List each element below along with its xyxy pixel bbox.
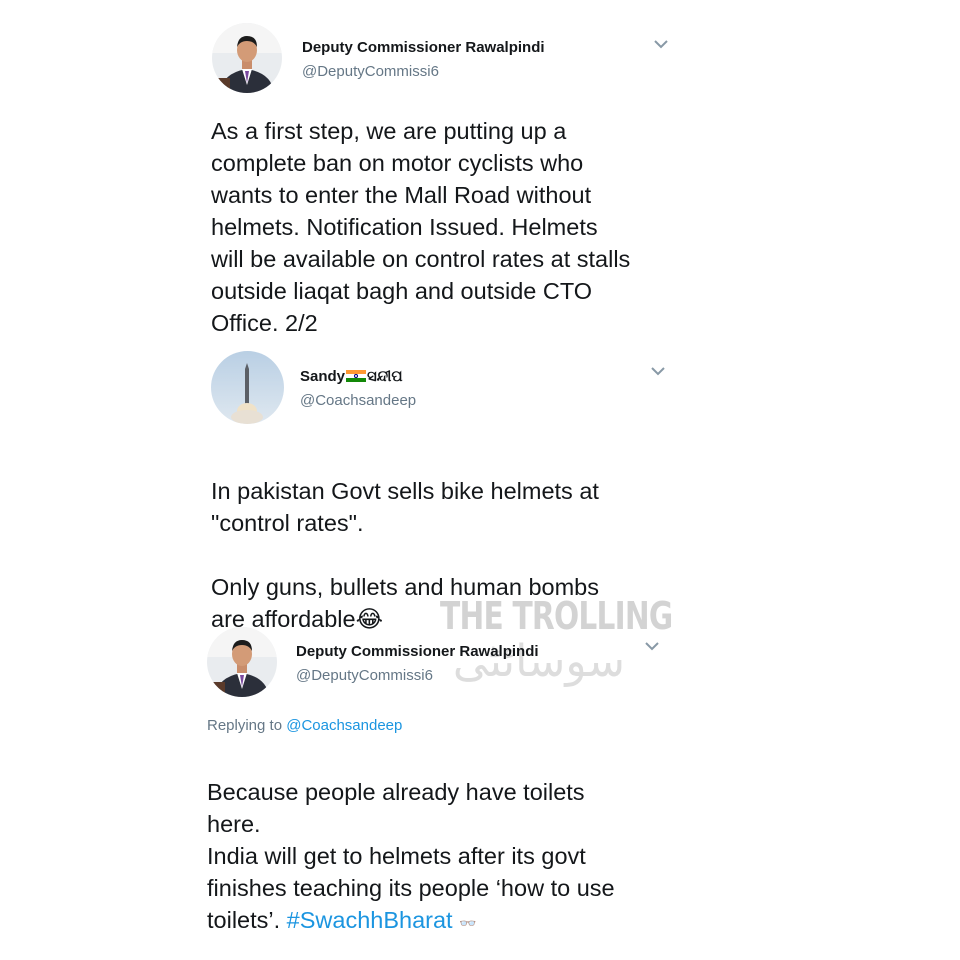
replying-to-label: Replying to	[207, 717, 287, 734]
author-name[interactable]: Deputy Commissioner Rawalpindi	[296, 643, 539, 660]
man-in-suit-avatar-icon	[207, 627, 277, 697]
rocket-launch-avatar-icon	[211, 351, 284, 424]
replying-to: Replying to @Coachsandeep	[207, 717, 402, 734]
man-in-suit-avatar-icon	[212, 23, 282, 93]
author-name-text: Sandy	[300, 368, 346, 385]
tweet-1: Deputy Commissioner Rawalpindi @DeputyCo…	[0, 0, 960, 340]
glasses-emoji-icon: 👓	[459, 915, 477, 931]
author-name[interactable]: Deputy Commissioner Rawalpindi	[302, 39, 545, 56]
hashtag-link[interactable]: #SwachhBharat	[287, 907, 453, 933]
chevron-down-icon[interactable]	[651, 36, 671, 52]
reply-handle-link[interactable]: @Coachsandeep	[286, 717, 402, 734]
tweet-text: Because people already have toilets here…	[207, 744, 687, 939]
india-flag-icon	[346, 370, 367, 382]
avatar[interactable]	[212, 23, 282, 93]
avatar[interactable]	[207, 627, 277, 697]
author-name[interactable]: Sandy ସନ୍ଦୀପ	[300, 368, 403, 385]
avatar[interactable]	[211, 351, 284, 424]
author-handle[interactable]: @DeputyCommissi6	[302, 63, 439, 80]
author-handle[interactable]: @Coachsandeep	[300, 392, 416, 409]
tweet-3: Deputy Commissioner Rawalpindi @DeputyCo…	[0, 610, 960, 960]
author-name-suffix: ସନ୍ଦୀପ	[367, 368, 403, 385]
tweet-2: Sandy ସନ୍ଦୀପ @Coachsandeep In pakistan Go…	[0, 340, 960, 632]
chevron-down-icon[interactable]	[642, 638, 662, 654]
chevron-down-icon[interactable]	[648, 363, 668, 379]
tweet-text: As a first step, we are putting up a com…	[211, 118, 631, 336]
author-handle[interactable]: @DeputyCommissi6	[296, 667, 433, 684]
